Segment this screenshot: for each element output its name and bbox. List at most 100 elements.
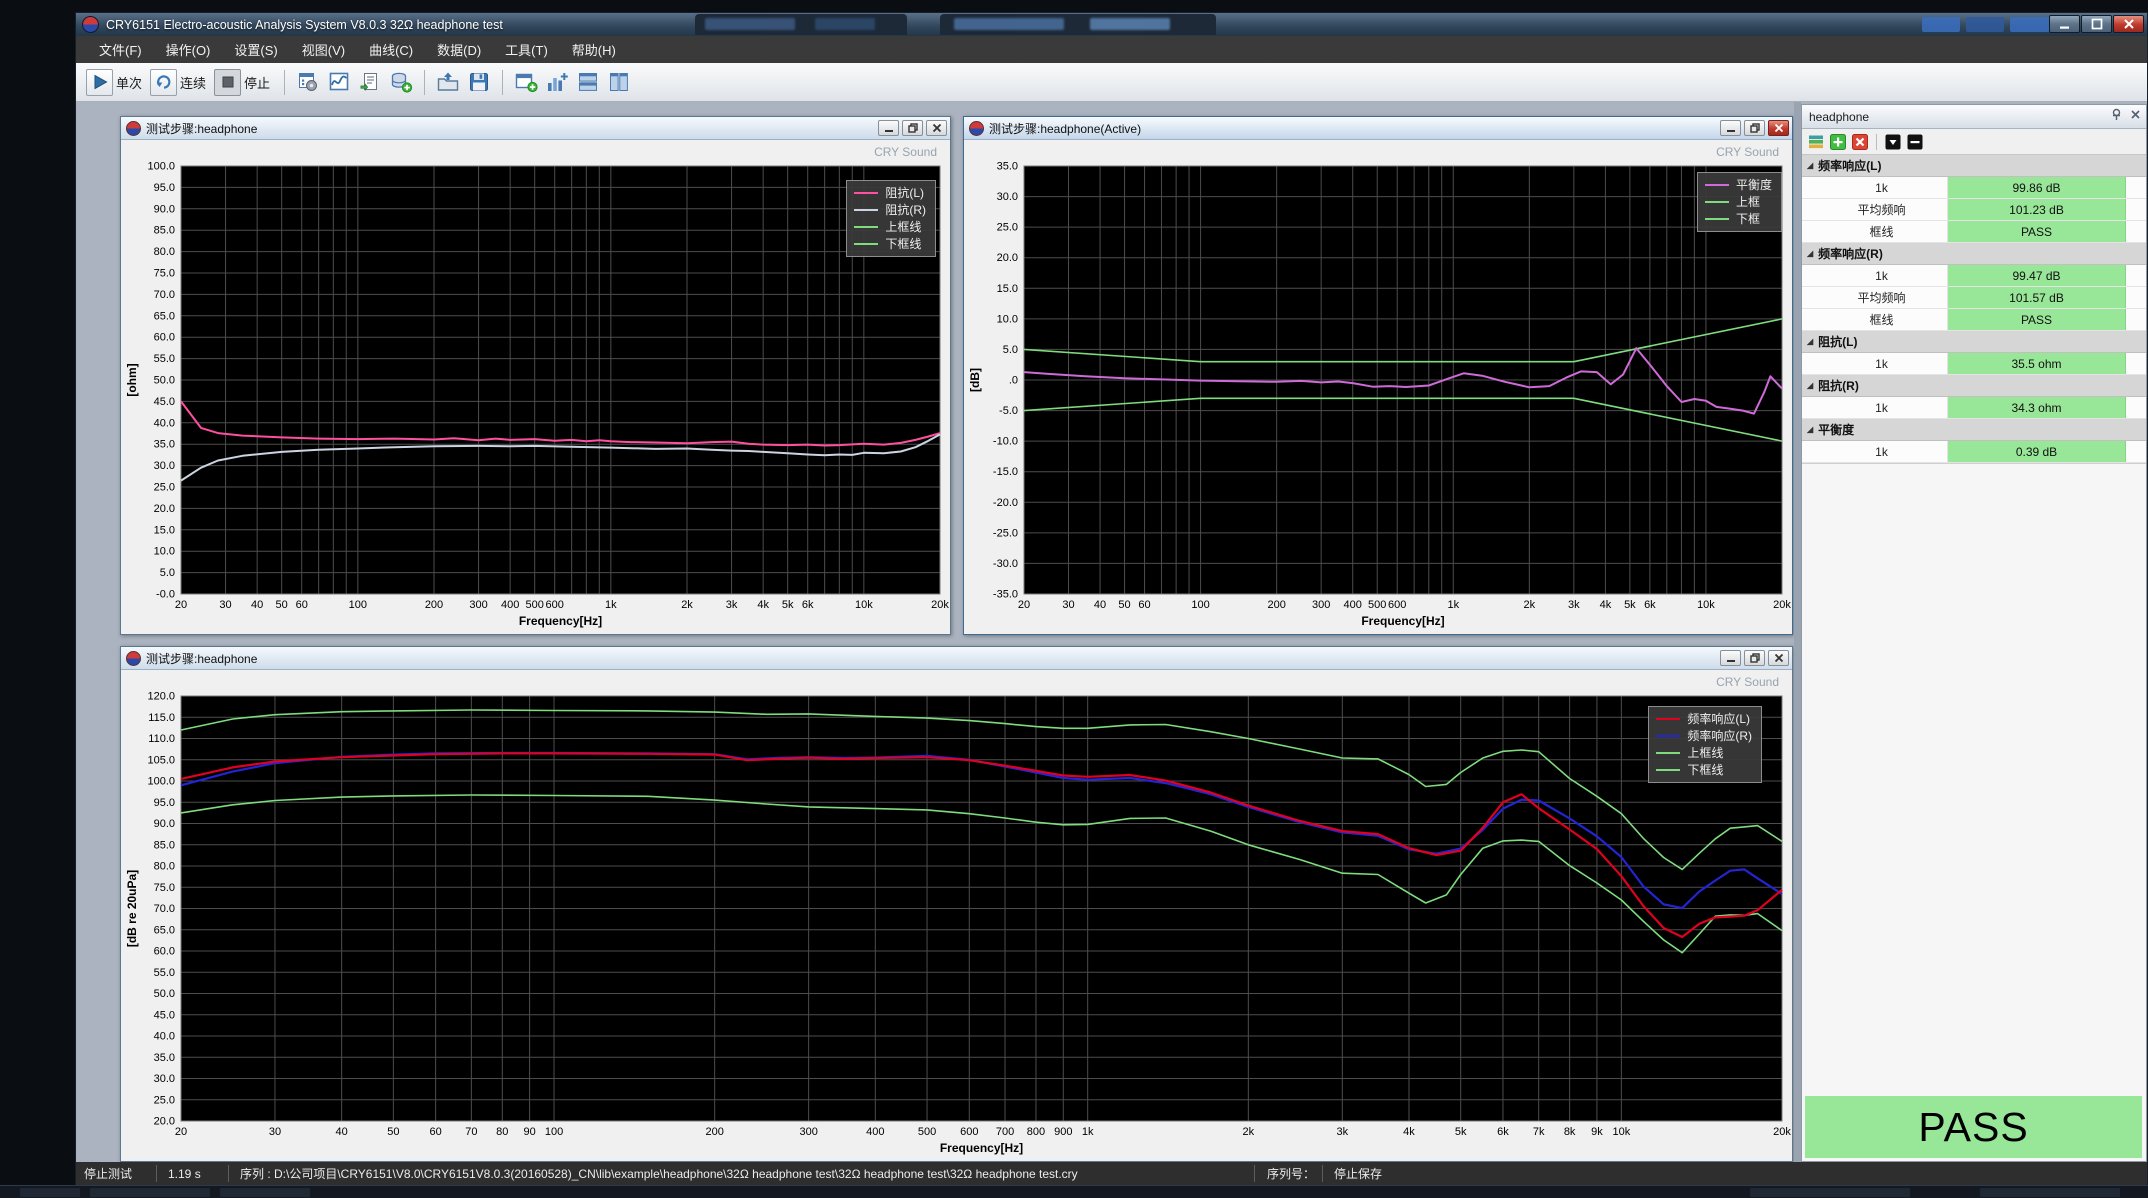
menu-item-5[interactable]: 曲线(C)	[358, 37, 424, 62]
result-group-header[interactable]: ◢阻抗(R)	[1802, 375, 2146, 397]
menu-bar: 文件(F)操作(O)设置(S)视图(V)曲线(C)数据(D)工具(T)帮助(H)	[76, 36, 2147, 63]
run-single-button[interactable]	[86, 69, 113, 96]
toolbar-button-label[interactable]: 停止	[244, 73, 270, 92]
menu-item-3[interactable]: 设置(S)	[223, 37, 288, 62]
collapse-down-button[interactable]	[1884, 133, 1902, 151]
run-continuous-button[interactable]	[150, 69, 177, 96]
result-group-header[interactable]: ◢频率响应(R)	[1802, 243, 2146, 265]
svg-text:25.0: 25.0	[997, 222, 1018, 234]
toolbar-button-label[interactable]: 连续	[180, 73, 206, 92]
frequency-response-chart-plot[interactable]: 120.0115.0110.0105.0100.095.090.085.080.…	[121, 670, 1792, 1161]
minimize-button[interactable]	[2049, 15, 2080, 33]
close-icon[interactable]	[1768, 120, 1789, 136]
svg-text:600: 600	[1388, 599, 1406, 611]
toolbar-button-label[interactable]: 单次	[116, 73, 142, 92]
svg-text:20k: 20k	[1773, 1126, 1791, 1138]
menu-item-7[interactable]: 工具(T)	[494, 37, 559, 62]
child-window-controls	[1720, 650, 1789, 666]
cry-sound-watermark: CRY Sound	[1716, 145, 1779, 159]
svg-text:50.0: 50.0	[154, 375, 175, 387]
impedance-chart-plot[interactable]: 100.095.090.085.080.075.070.065.060.055.…	[121, 140, 950, 634]
child-window-titlebar[interactable]: 测试步骤:headphone	[121, 647, 1792, 670]
new-window-button[interactable]	[512, 68, 540, 96]
layers-button[interactable]	[1807, 133, 1825, 151]
svg-text:Frequency[Hz]: Frequency[Hz]	[1361, 614, 1444, 628]
results-panel-header[interactable]: headphone	[1802, 105, 2146, 129]
legend-label: 上框线	[885, 218, 921, 235]
delete-button[interactable]	[1851, 133, 1869, 151]
svg-text:75.0: 75.0	[154, 882, 175, 894]
child-window-titlebar[interactable]: 测试步骤:headphone(Active)	[964, 117, 1792, 140]
toolbar-separator	[502, 70, 503, 95]
menu-item-6[interactable]: 数据(D)	[426, 37, 492, 62]
stop-button[interactable]	[214, 69, 241, 96]
result-group-header[interactable]: ◢平衡度	[1802, 419, 2146, 441]
group-name: 阻抗(R)	[1818, 377, 1859, 394]
svg-text:10k: 10k	[855, 599, 873, 611]
results-panel-toolbar	[1802, 129, 2146, 155]
add-button[interactable]	[1829, 133, 1847, 151]
svg-text:6k: 6k	[802, 599, 814, 611]
group-name: 频率响应(L)	[1818, 157, 1881, 174]
status-test-state: 停止测试	[84, 1162, 132, 1185]
collapse-minus-button[interactable]	[1906, 133, 1924, 151]
close-icon[interactable]	[926, 120, 947, 136]
svg-text:55.0: 55.0	[154, 353, 175, 365]
legend-entry: 下框线	[854, 235, 926, 252]
restore-button[interactable]	[1744, 120, 1765, 136]
title-bar[interactable]: CRY6151 Electro-acoustic Analysis System…	[76, 13, 2147, 36]
svg-text:300: 300	[1312, 599, 1330, 611]
result-label: 1k	[1816, 265, 1948, 286]
menu-item-4[interactable]: 视图(V)	[291, 37, 356, 62]
result-value: 99.86 dB	[1948, 177, 2126, 198]
curve-settings-button[interactable]	[325, 68, 353, 96]
chart-area: CRY Sound 35.030.025.020.015.010.05.0.0-…	[964, 140, 1792, 634]
svg-text:15.0: 15.0	[997, 283, 1018, 295]
balance-chart-plot[interactable]: 35.030.025.020.015.010.05.0.0-5.0-10.0-1…	[964, 140, 1792, 634]
tile-horizontal-icon	[577, 71, 599, 93]
svg-text:55.0: 55.0	[154, 967, 175, 979]
svg-text:10.0: 10.0	[997, 313, 1018, 325]
add-chart-button[interactable]	[543, 68, 571, 96]
menu-item-8[interactable]: 帮助(H)	[561, 37, 627, 62]
svg-text:20k: 20k	[1773, 599, 1791, 611]
panel-splitter[interactable]	[1794, 102, 1801, 1162]
tile-vertical-button[interactable]	[605, 68, 633, 96]
taskbar[interactable]	[0, 1185, 2148, 1198]
minimize-button[interactable]	[1720, 650, 1741, 666]
result-group-header[interactable]: ◢频率响应(L)	[1802, 155, 2146, 177]
report-button[interactable]	[356, 68, 384, 96]
pin-icon[interactable]	[2110, 108, 2123, 124]
toolbar-separator	[1876, 134, 1877, 150]
result-group-header[interactable]: ◢阻抗(L)	[1802, 331, 2146, 353]
svg-text:5.0: 5.0	[160, 567, 175, 579]
svg-text:4k: 4k	[1403, 1126, 1415, 1138]
svg-text:30.0: 30.0	[997, 191, 1018, 203]
results-panel: headphone ◢频率响应(L)1k99.86 dB平均频响101.23 d…	[1801, 104, 2147, 1162]
svg-text:10k: 10k	[1697, 599, 1715, 611]
open-file-button[interactable]	[434, 68, 462, 96]
minimize-button[interactable]	[1720, 120, 1741, 136]
svg-text:-25.0: -25.0	[993, 527, 1018, 539]
menu-item-1[interactable]: 文件(F)	[88, 37, 153, 62]
close-icon[interactable]	[2129, 108, 2142, 124]
restore-button[interactable]	[902, 120, 923, 136]
tile-horizontal-button[interactable]	[574, 68, 602, 96]
minimize-button[interactable]	[878, 120, 899, 136]
restore-button[interactable]	[1744, 650, 1765, 666]
close-button[interactable]	[2113, 15, 2144, 33]
child-window-titlebar[interactable]: 测试步骤:headphone	[121, 117, 950, 140]
maximize-button[interactable]	[2081, 15, 2112, 33]
parameter-settings-button[interactable]	[294, 68, 322, 96]
save-button[interactable]	[465, 68, 493, 96]
result-label: 1k	[1816, 353, 1948, 374]
menu-item-2[interactable]: 操作(O)	[155, 37, 222, 62]
svg-text:500: 500	[1368, 599, 1386, 611]
legend-line-swatch	[1656, 718, 1680, 720]
close-icon[interactable]	[1768, 650, 1789, 666]
chart-area: CRY Sound 100.095.090.085.080.075.070.06…	[121, 140, 950, 634]
svg-text:120.0: 120.0	[147, 691, 175, 703]
toolbar-separator	[284, 70, 285, 95]
database-button[interactable]	[387, 68, 415, 96]
legend-label: 阻抗(R)	[885, 201, 926, 218]
